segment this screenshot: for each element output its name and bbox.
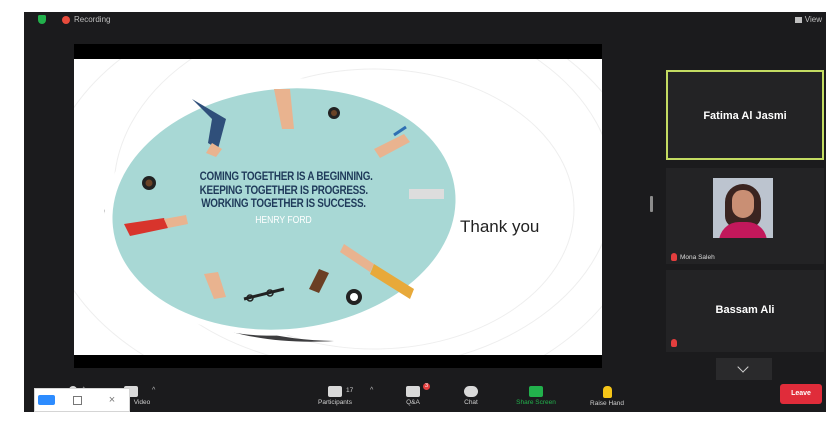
presentation-slide: COMING TOGETHER IS A BEGINNING. KEEPING … (74, 59, 602, 355)
qa-label: Q&A (406, 399, 420, 406)
share-screen-label: Share Screen (516, 399, 556, 406)
thank-you-text: Thank you (460, 217, 540, 236)
participant-name: Fatima Al Jasmi (703, 110, 787, 122)
raise-hand-label: Raise Hand (590, 400, 624, 407)
participant-video (713, 178, 773, 238)
raise-hand-icon (602, 386, 612, 398)
gallery-scroll-down-button[interactable] (716, 358, 772, 380)
glove-shape (409, 189, 444, 199)
mic-muted-icon (671, 339, 677, 347)
share-screen-button[interactable]: Share Screen (509, 384, 563, 412)
quote-block: COMING TOGETHER IS A BEGINNING. KEEPING … (186, 171, 381, 226)
chat-label: Chat (464, 399, 478, 406)
participant-tile-mona[interactable]: Mona Saleh (666, 168, 824, 264)
participants-count: 17 (346, 387, 354, 394)
participants-button[interactable]: Participants (308, 384, 362, 412)
shield-icon[interactable] (38, 15, 46, 24)
quote-line: COMING TOGETHER IS A BEGINNING. (199, 171, 373, 183)
quote-author: HENRY FORD (255, 214, 312, 226)
qa-badge: 3 (422, 383, 430, 390)
participant-tile-bassam[interactable]: Bassam Ali (666, 270, 824, 352)
top-bar: Recording View (24, 12, 826, 28)
recording-dot-icon (62, 16, 70, 24)
participants-icon (328, 386, 342, 397)
chat-button[interactable]: Chat (444, 384, 498, 412)
chat-icon (464, 386, 478, 397)
recording-label[interactable]: Recording (74, 15, 110, 24)
restore-icon[interactable] (72, 394, 82, 406)
raise-hand-button[interactable]: Raise Hand (580, 384, 634, 412)
participants-label: Participants (318, 399, 352, 406)
meeting-toolbar: ^ Video ^ Participants 17 ^ 3 Q&A Chat S… (24, 383, 826, 412)
leave-button[interactable]: Leave (780, 384, 822, 404)
mic-muted-icon (671, 253, 677, 261)
zoom-app-icon[interactable] (38, 395, 55, 405)
qa-icon (406, 386, 420, 397)
participant-name: Mona Saleh (680, 254, 715, 261)
panel-resize-handle[interactable] (650, 196, 653, 212)
share-screen-icon (529, 386, 543, 397)
participants-options-caret[interactable]: ^ (370, 387, 373, 394)
chevron-down-icon (737, 361, 749, 373)
qa-button[interactable]: 3 Q&A (386, 383, 440, 412)
quote-line: WORKING TOGETHER IS SUCCESS. (201, 198, 366, 210)
participant-tile-fatima[interactable]: Fatima Al Jasmi (666, 70, 824, 160)
participant-name: Bassam Ali (715, 304, 775, 316)
window-controls: × (34, 388, 130, 412)
zoom-meeting-window: Recording View COMING TOGETHER IS A BEGI… (24, 12, 826, 412)
view-button[interactable]: View (795, 15, 822, 24)
video-options-caret[interactable]: ^ (152, 387, 155, 394)
close-icon[interactable]: × (105, 392, 119, 408)
quote-line: KEEPING TOGETHER IS PROGRESS. (199, 184, 368, 197)
